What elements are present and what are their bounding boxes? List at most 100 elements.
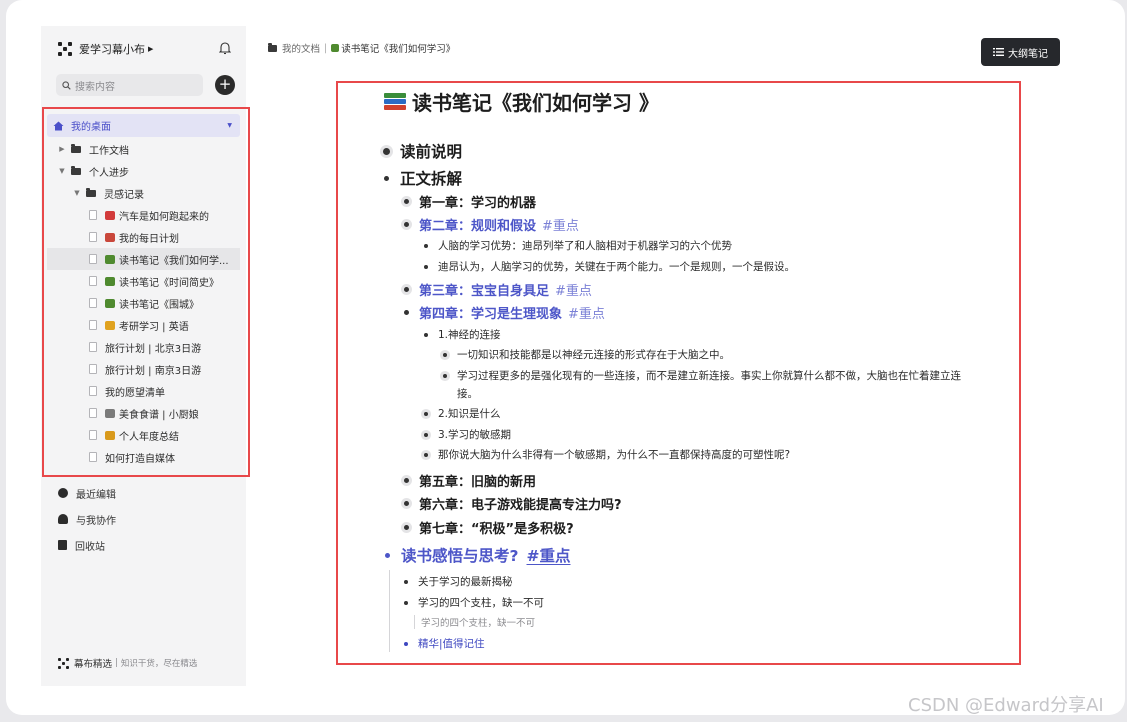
workspace-name: 爱学习幕小布 (79, 43, 145, 56)
outline-item-ch4-s1-a[interactable]: 一切知识和技能都是以神经元连接的形式存在于大脑之中。 (443, 347, 730, 362)
outline-item-r1[interactable]: 关于学习的最新揭秘 (404, 574, 513, 589)
breadcrumb-separator: | (324, 42, 328, 54)
search-icon (62, 80, 71, 90)
bullet[interactable] (404, 600, 408, 605)
outline-item-ch4-s3[interactable]: 3.学习的敏感期 (424, 427, 511, 442)
outline-text: 读前说明 (400, 143, 463, 161)
nav-trash-label: 回收站 (75, 541, 105, 553)
outline-note-label: 大纲笔记 (1008, 48, 1048, 60)
outline-text: 精华|值得记住 (418, 638, 485, 650)
outline-item-ch4-s1-b[interactable]: 学习过程更多的是强化现有的一些连接，而不是建立新连接。事实上你就算什么都不做，大… (443, 367, 972, 403)
outline-text: 学习的四个支柱，缺一不可 (418, 597, 544, 609)
outline-text: 3.学习的敏感期 (438, 429, 512, 441)
outline-note-r2[interactable]: 学习的四个支柱，缺一不可 (414, 615, 535, 629)
breadcrumb-root[interactable]: 我的文档 (282, 41, 320, 55)
sidebar-footer[interactable]: 幕布精选 | 知识干货，尽在精选 (58, 656, 197, 670)
bullet[interactable] (385, 552, 390, 558)
outline-item-ch4-s1[interactable]: 1.神经的连接 (424, 327, 501, 342)
bullet[interactable] (404, 310, 409, 315)
outline-item-r2[interactable]: 学习的四个支柱，缺一不可 (404, 595, 544, 610)
outline-text: 第四章：学习是生理现象 (419, 307, 563, 322)
outline-item-ch1[interactable]: 第一章：学习的机器 (404, 192, 536, 211)
tag-important[interactable]: #重点 (542, 215, 579, 234)
footer-brand: 幕布精选 (74, 659, 113, 670)
outline-text: 第二章：规则和假设 (419, 219, 537, 234)
outline-text: 第七章：“积极”是多积极? (419, 522, 574, 537)
outline-note-button[interactable]: 大纲笔记 (981, 38, 1060, 66)
outline-text: 第三章：宝宝自身具足 (419, 284, 550, 299)
outline-item-ch7[interactable]: 第七章：“积极”是多积极? (404, 518, 574, 537)
outline-item-ch4-s2[interactable]: 2.知识是什么 (424, 406, 501, 421)
bell-icon[interactable] (219, 41, 231, 55)
outline-item-ch6[interactable]: 第六章：电子游戏能提高专注力吗? (404, 494, 622, 513)
nav-recent-label: 最近编辑 (76, 489, 116, 501)
bullet-collapsed[interactable] (404, 222, 409, 227)
mubu-logo-icon (58, 657, 69, 669)
document-title-row: 读书笔记《我们如何学习 》 (384, 87, 659, 116)
breadcrumb: 我的文档 | 读书笔记《我们如何学习》 (268, 41, 455, 55)
outline-text: 第六章：电子游戏能提高专注力吗? (419, 498, 622, 513)
users-icon (58, 514, 68, 524)
tag-important[interactable]: #重点 (568, 303, 605, 322)
outline-text: 迪昂认为，人脑学习的优势，关键在于两个能力。一个是规则，一个是假设。 (438, 261, 795, 273)
trash-icon (58, 540, 67, 550)
workspace-switcher[interactable]: 爱学习幕小布 ▶ (58, 41, 153, 57)
outline-item-r3[interactable]: 精华|值得记住 (404, 636, 485, 651)
bullet-collapsed[interactable] (443, 374, 447, 378)
outline-item-ch5[interactable]: 第五章：旧脑的新用 (404, 471, 536, 490)
books-emoji-icon (331, 44, 340, 52)
clock-icon (58, 488, 68, 498)
outline-item-reflect[interactable]: 读书感悟与思考? #重点 (384, 544, 571, 566)
bullet[interactable] (424, 243, 428, 248)
bullet[interactable] (404, 641, 408, 646)
bullet-collapsed[interactable] (404, 287, 409, 292)
outline-item-ch4-s4[interactable]: 那你说大脑为什么非得有一个敏感期，为什么不一直都保持高度的可塑性呢? (424, 447, 790, 462)
nav-collab-label: 与我协作 (76, 515, 116, 527)
search-input[interactable]: 搜索内容 (56, 74, 203, 96)
outline-item-ch3[interactable]: 第三章：宝宝自身具足 #重点 (404, 280, 592, 299)
children-guide-line (389, 570, 390, 652)
nav-recent[interactable]: 最近编辑 (58, 480, 116, 506)
outline-text: 2.知识是什么 (438, 408, 501, 420)
mubu-logo-icon (58, 42, 72, 56)
bullet-collapsed[interactable] (404, 478, 409, 483)
bullet[interactable] (424, 264, 428, 269)
bullet-collapsed[interactable] (404, 199, 409, 204)
document-title[interactable]: 读书笔记《我们如何学习 》 (412, 87, 659, 116)
footer-slogan: 知识干货，尽在精选 (120, 659, 198, 669)
outline-text: 学习过程更多的是强化现有的一些连接，而不是建立新连接。事实上你就算什么都不做，大… (457, 370, 961, 400)
add-button[interactable]: + (215, 75, 235, 95)
outline-item-ch2-p1[interactable]: 人脑的学习优势：迪昂列举了和人脑相对于机器学习的六个优势 (424, 238, 732, 253)
highlight-box-sidebar (42, 107, 250, 477)
bullet[interactable] (424, 332, 428, 337)
outline-item-ch2[interactable]: 第二章：规则和假设 #重点 (404, 215, 579, 234)
bullet[interactable] (404, 579, 408, 584)
bullet-collapsed[interactable] (383, 147, 390, 155)
bullet-collapsed[interactable] (424, 411, 428, 416)
bullet-collapsed[interactable] (424, 432, 428, 437)
bullet-collapsed[interactable] (424, 452, 428, 457)
watermark: CSDN @Edward分享AI (908, 695, 1104, 716)
list-icon (993, 48, 1004, 56)
bullet-collapsed[interactable] (404, 525, 409, 530)
bullet-collapsed[interactable] (443, 352, 447, 357)
outline-item-intro[interactable]: 读前说明 (383, 140, 462, 162)
outline-item-main[interactable]: 正文拆解 (383, 167, 462, 189)
outline-text: 读书感悟与思考? (401, 547, 519, 565)
outline-item-ch2-p2[interactable]: 迪昂认为，人脑学习的优势，关键在于两个能力。一个是规则，一个是假设。 (424, 259, 795, 274)
outline-text: 那你说大脑为什么非得有一个敏感期，为什么不一直都保持高度的可塑性呢? (438, 449, 791, 461)
tag-important[interactable]: #重点 (555, 280, 592, 299)
outline-item-ch4[interactable]: 第四章：学习是生理现象 #重点 (404, 303, 605, 322)
bullet[interactable] (384, 175, 389, 181)
caret-right-icon: ▶ (148, 45, 154, 53)
nav-trash[interactable]: 回收站 (58, 532, 116, 558)
nav-collab[interactable]: 与我协作 (58, 506, 116, 532)
outline-text: 人脑的学习优势：迪昂列举了和人脑相对于机器学习的六个优势 (438, 240, 732, 252)
tag-important[interactable]: #重点 (527, 544, 571, 566)
outline-text: 1.神经的连接 (438, 329, 501, 341)
bullet-collapsed[interactable] (404, 501, 409, 506)
folder-icon (268, 42, 277, 52)
outline-text: 关于学习的最新揭秘 (418, 576, 513, 588)
sidebar-bottom-nav: 最近编辑 与我协作 回收站 (58, 480, 116, 558)
outline-text: 第一章：学习的机器 (419, 196, 537, 211)
